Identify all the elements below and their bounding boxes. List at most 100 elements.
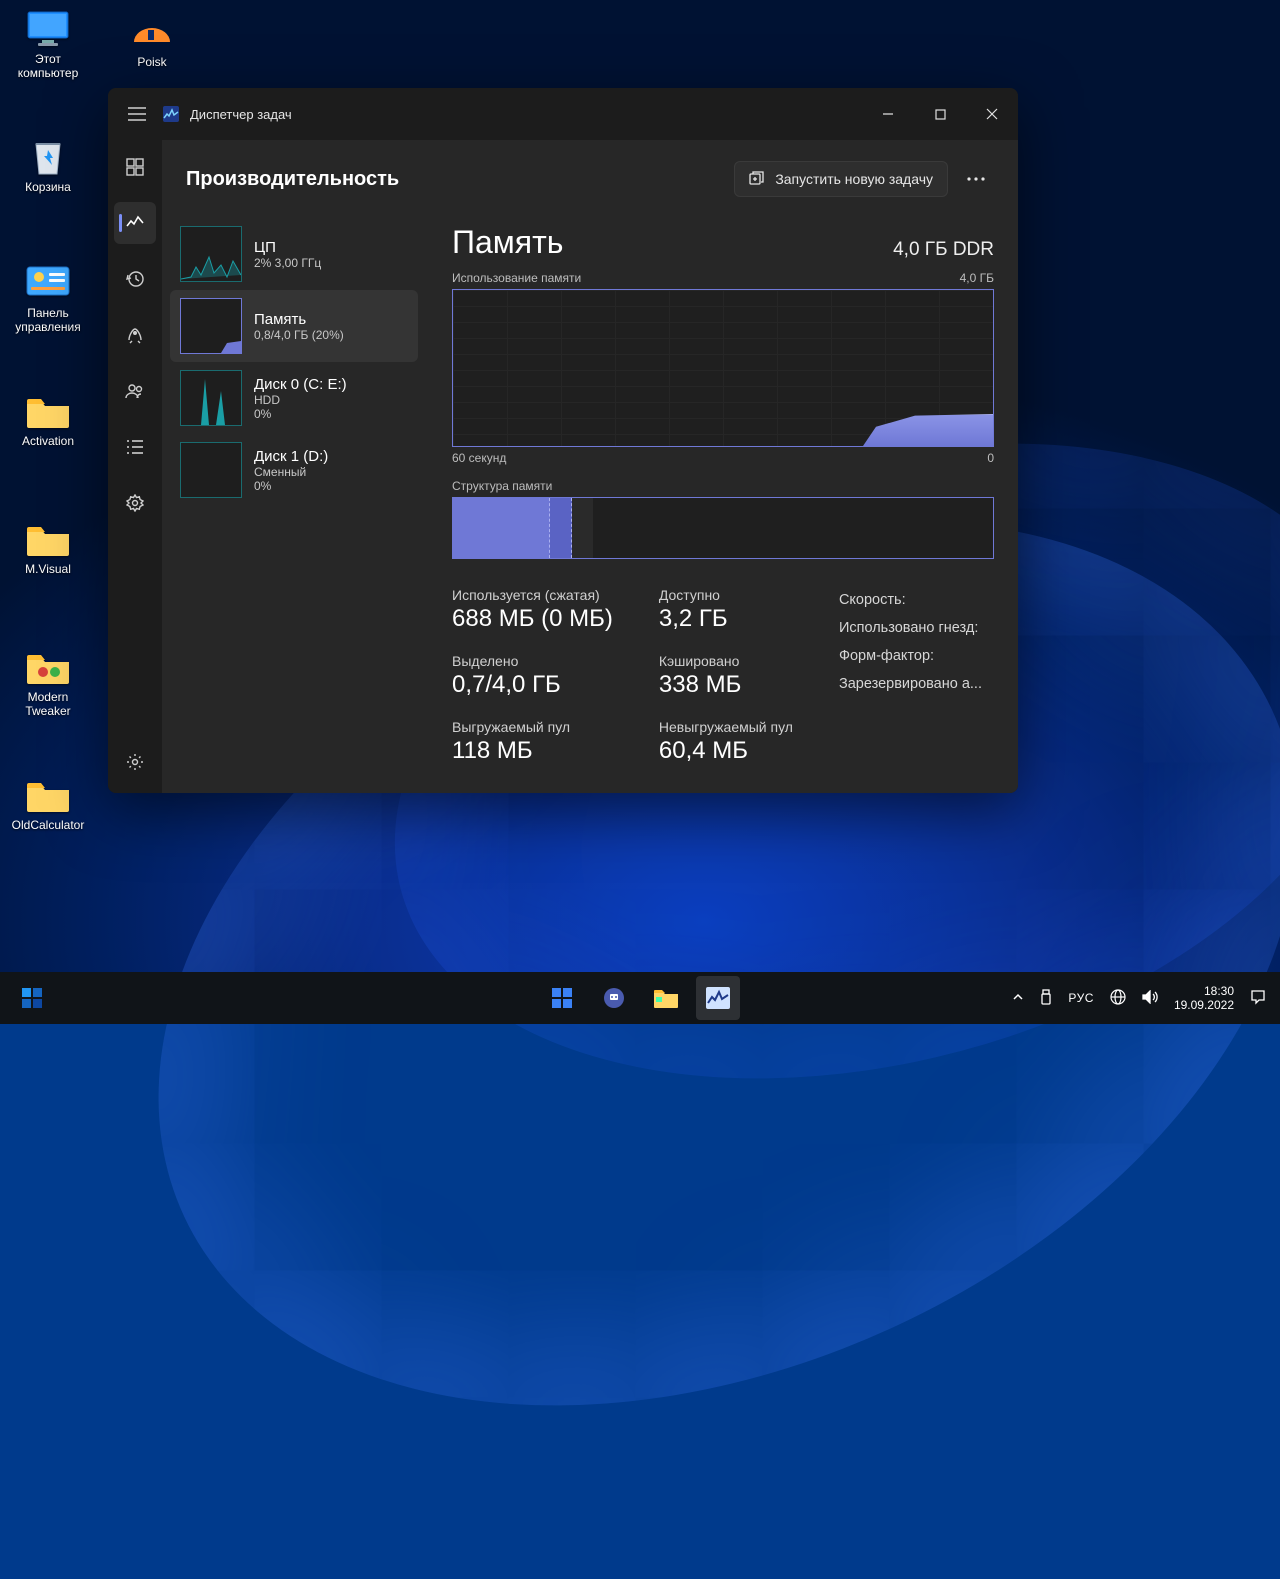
rail-services[interactable] [114,482,156,524]
stat-label: Невыгружаемый пул [659,719,793,735]
desktop-icon-label: Панель управления [15,306,80,334]
stat-label: Выгружаемый пул [452,719,613,735]
sidebar-card-disk0[interactable]: Диск 0 (C: E:) HDD 0% [170,362,418,434]
card-subtitle: 0,8/4,0 ГБ (20%) [254,328,344,342]
recycle-bin-icon [24,136,72,178]
content-header: Производительность Запустить новую задач… [162,140,1018,218]
memory-sparkline [180,298,242,354]
desktop-icon-mvisual[interactable]: M.Visual [6,518,90,598]
desktop-icon-label: Modern Tweaker [25,690,70,718]
tray-chevron-icon[interactable] [1012,991,1024,1006]
taskbar-explorer[interactable] [644,976,688,1020]
stat-label: Кэшировано [659,653,793,669]
disk1-sparkline [180,442,242,498]
stat-label: Используется (сжатая) [452,587,613,603]
taskbar-start[interactable] [540,976,584,1020]
titlebar[interactable]: Диспетчер задач [108,88,1018,140]
control-panel-icon [24,262,72,304]
rail-processes[interactable] [114,146,156,188]
rail-history[interactable] [114,258,156,300]
poisk-icon [130,8,174,53]
nav-rail [108,140,162,793]
folder-icon [24,390,72,432]
desktop-icon-modern-tweaker[interactable]: Modern Tweaker [6,646,90,726]
card-title: Диск 1 (D:) [254,448,328,465]
performance-sidebar: ЦП 2% 3,00 ГГц Память 0,8/4,0 ГБ (20%) [170,218,418,785]
taskbar-taskmanager[interactable] [696,976,740,1020]
memory-usage-chart[interactable] [452,289,994,447]
minimize-button[interactable] [862,88,914,140]
tray-language[interactable]: РУС [1068,991,1094,1005]
card-subtitle: HDD [254,393,347,407]
desktop-icons-column-2: Poisk [110,8,194,88]
graph-label-left: Использование памяти [452,271,581,285]
desktop-icon-activation[interactable]: Activation [6,390,90,470]
card-subtitle2: 0% [254,479,328,493]
more-options-button[interactable] [958,161,994,197]
stat-value: 60,4 МБ [659,737,793,765]
run-task-icon [749,171,765,188]
prop-row: Зарезервировано а... [839,671,982,697]
app-icon [162,105,180,123]
rail-startup[interactable] [114,314,156,356]
card-subtitle: 2% 3,00 ГГц [254,256,321,270]
tray-network-icon[interactable] [1110,989,1126,1008]
stat-value: 338 МБ [659,671,793,699]
rail-users[interactable] [114,370,156,412]
graph-bottom-right: 0 [987,451,994,465]
tray-notifications-icon[interactable] [1250,989,1266,1008]
system-tray: РУС 18:30 19.09.2022 [1012,984,1280,1012]
maximize-button[interactable] [914,88,966,140]
monitor-icon [24,8,72,50]
performance-detail: Память 4,0 ГБ DDR Использование памяти 4… [426,218,1010,785]
rail-settings[interactable] [114,741,156,783]
rail-details[interactable] [114,426,156,468]
window-controls [862,88,1018,140]
task-manager-window: Диспетчер задач Производительность Зап [108,88,1018,793]
desktop-icon-recycle-bin[interactable]: Корзина [6,136,90,216]
desktop-icon-this-pc[interactable]: Этот компьютер [6,8,90,88]
prop-row: Скорость: [839,587,982,613]
desktop-icon-label: Activation [22,434,74,448]
taskbar-widgets[interactable] [10,976,54,1020]
stat-value: 118 МБ [452,737,613,765]
desktop-icon-label: M.Visual [25,562,71,576]
hamburger-menu-button[interactable] [122,99,152,129]
desktop-icon-control-panel[interactable]: Панель управления [6,262,90,342]
stat-label: Выделено [452,653,613,669]
card-subtitle: Сменный [254,465,328,479]
desktop-icon-oldcalculator[interactable]: OldCalculator [6,774,90,854]
memory-stats: Используется (сжатая) 688 МБ (0 МБ) Выдел… [452,587,994,765]
run-new-task-button[interactable]: Запустить новую задачу [734,161,948,197]
detail-title: Память [452,224,563,261]
detail-capacity: 4,0 ГБ DDR [893,239,994,261]
graph-label-right: 4,0 ГБ [960,271,994,285]
desktop-icon-poisk[interactable]: Poisk [110,8,194,88]
folder-icon [24,518,72,560]
tray-clock[interactable]: 18:30 19.09.2022 [1174,984,1234,1012]
tray-date: 19.09.2022 [1174,998,1234,1012]
stat-value: 688 МБ (0 МБ) [452,605,613,633]
desktop-icon-label: Корзина [25,180,71,194]
stat-value: 0,7/4,0 ГБ [452,671,613,699]
tray-usb-icon[interactable] [1040,989,1052,1008]
desktop-icon-label: Poisk [137,55,166,69]
close-button[interactable] [966,88,1018,140]
card-title: ЦП [254,239,321,256]
rail-performance[interactable] [114,202,156,244]
memory-composition-chart[interactable] [452,497,994,559]
disk0-sparkline [180,370,242,426]
page-title: Производительность [186,168,399,191]
sidebar-card-disk1[interactable]: Диск 1 (D:) Сменный 0% [170,434,418,506]
sidebar-card-cpu[interactable]: ЦП 2% 3,00 ГГц [170,218,418,290]
desktop-icons-column-1: Этот компьютер Корзина Панель управления… [6,8,102,854]
cpu-sparkline [180,226,242,282]
prop-row: Форм-фактор: [839,643,982,669]
tray-volume-icon[interactable] [1142,990,1158,1007]
content-area: Производительность Запустить новую задач… [162,140,1018,793]
desktop-icon-label: OldCalculator [12,818,85,832]
taskbar-chat[interactable] [592,976,636,1020]
sidebar-card-memory[interactable]: Память 0,8/4,0 ГБ (20%) [170,290,418,362]
stat-label: Доступно [659,587,793,603]
folder-icon [24,774,72,816]
